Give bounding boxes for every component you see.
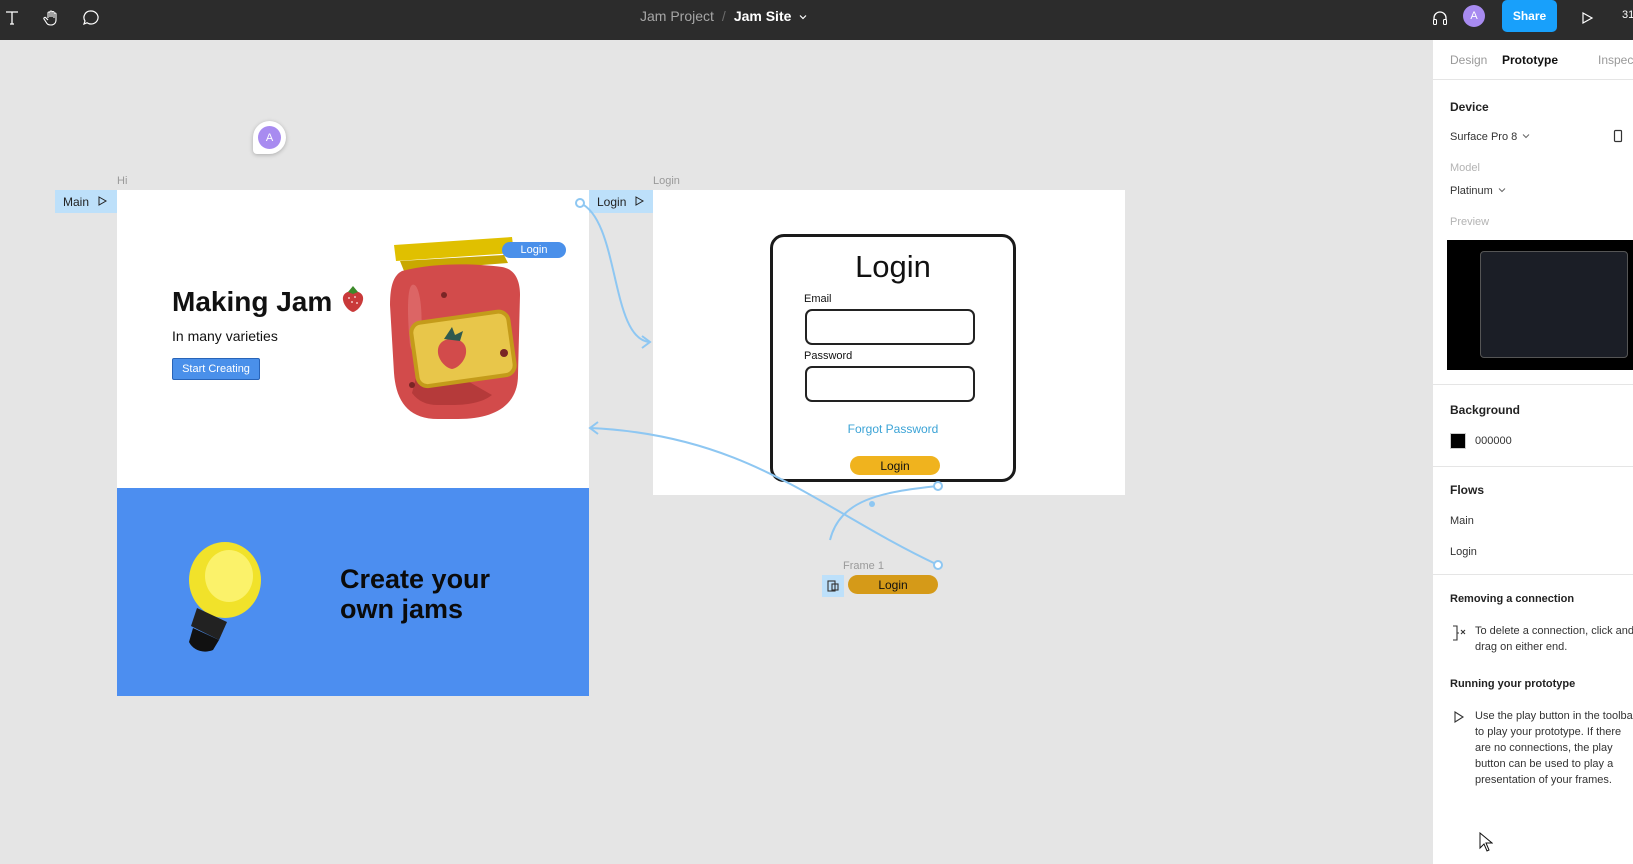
flow-item-main[interactable]: Main xyxy=(1450,515,1474,527)
breadcrumb-separator: / xyxy=(721,8,726,24)
flow-item-login[interactable]: Login xyxy=(1450,546,1477,558)
preview-label: Preview xyxy=(1450,216,1490,228)
connector-line xyxy=(589,427,939,566)
tab-inspect[interactable]: Inspect xyxy=(1598,53,1633,67)
model-label: Model xyxy=(1450,162,1480,174)
model-value: Platinum xyxy=(1450,185,1493,197)
device-heading: Device xyxy=(1450,100,1489,114)
removing-heading: Removing a connection xyxy=(1450,593,1575,605)
canvas[interactable]: A Hi Login Main Login Making Jam In many… xyxy=(0,40,1432,864)
prototype-connections xyxy=(575,198,943,570)
breadcrumb: Jam Project / Jam Site xyxy=(640,0,807,32)
zoom-level[interactable]: 31 xyxy=(1622,9,1633,21)
divider xyxy=(1433,384,1633,385)
cursor-icon xyxy=(1479,831,1494,857)
device-preview xyxy=(1447,240,1633,370)
running-heading: Running your prototype xyxy=(1450,678,1576,690)
play-icon[interactable] xyxy=(1575,6,1599,30)
properties-panel: Design Prototype Inspect Device Surface … xyxy=(1432,40,1633,864)
divider xyxy=(1433,574,1633,575)
running-help-text: Use the play button in the toolbar to pl… xyxy=(1475,710,1633,786)
connector-line xyxy=(579,202,651,343)
background-color-swatch[interactable] xyxy=(1450,433,1466,449)
share-button[interactable]: Share xyxy=(1502,0,1557,32)
connector-handle xyxy=(933,481,943,491)
play-icon xyxy=(1453,710,1465,728)
tab-prototype[interactable]: Prototype xyxy=(1502,53,1558,67)
device-select[interactable]: Surface Pro 8 xyxy=(1450,131,1530,143)
model-select[interactable]: Platinum xyxy=(1450,185,1506,197)
tab-design[interactable]: Design xyxy=(1450,53,1487,67)
chevron-down-icon xyxy=(1498,185,1506,197)
comment-tool-icon[interactable] xyxy=(79,6,103,30)
connector-handle xyxy=(933,560,943,570)
flows-heading: Flows xyxy=(1450,483,1485,497)
user-avatar[interactable]: A xyxy=(1463,5,1485,27)
chevron-down-icon xyxy=(1522,131,1530,143)
connector-line xyxy=(829,485,939,541)
background-heading: Background xyxy=(1450,403,1521,417)
device-orientation-icon[interactable] xyxy=(1613,129,1623,148)
text-tool-icon[interactable] xyxy=(0,6,24,30)
divider xyxy=(1433,466,1633,467)
device-preview-screen xyxy=(1480,251,1628,358)
project-name[interactable]: Jam Project xyxy=(640,8,714,24)
headphones-icon[interactable] xyxy=(1428,6,1452,30)
disconnect-icon xyxy=(1451,624,1467,647)
hand-tool-icon[interactable] xyxy=(40,6,64,30)
background-hex[interactable]: 000000 xyxy=(1475,435,1512,447)
device-value: Surface Pro 8 xyxy=(1450,131,1518,143)
removing-help-text: To delete a connection, click and drag o… xyxy=(1475,625,1633,653)
connector-handle xyxy=(869,501,875,507)
chevron-down-icon[interactable] xyxy=(799,8,807,24)
top-toolbar: Jam Project / Jam Site A Share 31 xyxy=(0,0,1633,40)
connector-handle xyxy=(575,198,585,208)
file-name[interactable]: Jam Site xyxy=(734,8,792,24)
panel-tabs: Design Prototype Inspect xyxy=(1433,40,1633,80)
